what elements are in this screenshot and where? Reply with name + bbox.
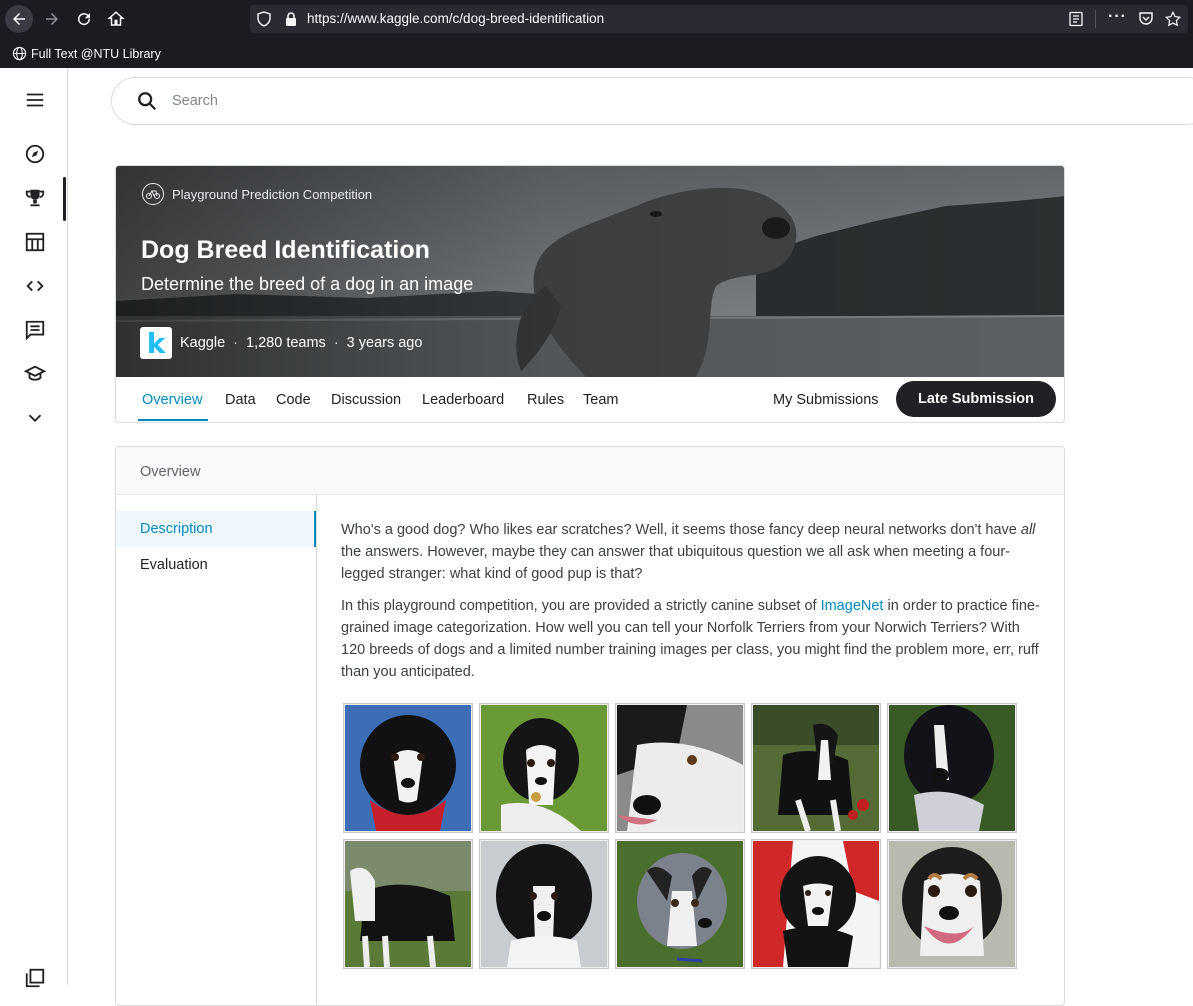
menu-icon <box>26 93 44 107</box>
tab-leaderboard[interactable]: Leaderboard <box>422 392 504 408</box>
overview-panel: Overview Description Evaluation Who's a … <box>115 446 1065 1006</box>
description-paragraph: In this playground competition, you are … <box>341 598 1040 680</box>
description-paragraph: Who's a good dog? Who likes ear scratche… <box>341 522 1036 582</box>
nav-competitions[interactable] <box>22 185 48 211</box>
arrow-right-icon <box>46 13 58 25</box>
reader-view-icon[interactable] <box>1068 11 1084 27</box>
address-bar[interactable]: https://www.kaggle.com/c/dog-breed-ident… <box>250 5 1188 33</box>
tab-code[interactable]: Code <box>276 392 311 408</box>
description-content: Who's a good dog? Who likes ear scratche… <box>341 519 1046 693</box>
panel-header: Overview <box>116 447 1064 495</box>
home-icon <box>107 11 125 26</box>
sidebar-item-description[interactable]: Description <box>116 511 316 547</box>
search-bar[interactable] <box>111 77 1193 125</box>
library-icon <box>25 968 45 988</box>
host-name[interactable]: Kaggle <box>180 335 225 351</box>
dog-image <box>343 839 473 969</box>
competition-type: Playground Prediction Competition <box>142 183 372 205</box>
nav-more[interactable] <box>22 405 48 431</box>
competition-tabs: Overview Data Code Discussion Leaderboar… <box>116 377 1064 422</box>
separator-dot: · <box>333 335 339 351</box>
dog-image <box>479 703 609 833</box>
competition-header: Playground Prediction Competition Dog Br… <box>115 165 1065 423</box>
shield-icon[interactable] <box>256 11 272 27</box>
tab-discussion[interactable]: Discussion <box>331 392 401 408</box>
trophy-icon <box>25 189 45 207</box>
dog-image <box>751 703 881 833</box>
url-text[interactable]: https://www.kaggle.com/c/dog-breed-ident… <box>307 11 604 26</box>
team-count: 1,280 teams <box>246 335 326 351</box>
hero-banner: Playground Prediction Competition Dog Br… <box>116 166 1064 377</box>
sidebar-item-evaluation[interactable]: Evaluation <box>116 547 316 583</box>
browser-toolbar: https://www.kaggle.com/c/dog-breed-ident… <box>0 0 1193 68</box>
nav-code[interactable] <box>22 273 48 299</box>
nav-discussions[interactable] <box>22 317 48 343</box>
overview-sidebar: Description Evaluation <box>116 495 317 1005</box>
navigation-rail <box>0 68 68 988</box>
bookmark-star-icon[interactable] <box>1164 10 1182 28</box>
school-icon <box>24 365 46 381</box>
dog-image <box>751 839 881 969</box>
comment-icon <box>25 320 45 341</box>
host-info: k Kaggle · 1,280 teams · 3 years ago <box>140 327 423 360</box>
bicycle-icon <box>142 183 164 205</box>
expand-more-icon <box>28 414 42 423</box>
more-actions-icon[interactable]: ··· <box>1108 8 1127 26</box>
dog-image <box>887 839 1017 969</box>
my-submissions-link[interactable]: My Submissions <box>773 392 879 408</box>
nav-courses[interactable] <box>22 361 48 387</box>
bookmark-label: Full Text @NTU Library <box>31 46 161 61</box>
compass-icon <box>25 144 45 164</box>
dog-image <box>615 703 745 833</box>
code-icon <box>26 280 44 292</box>
home-button[interactable] <box>102 5 130 33</box>
search-icon[interactable] <box>136 90 158 112</box>
tab-team[interactable]: Team <box>583 392 618 408</box>
tab-data[interactable]: Data <box>225 392 256 408</box>
dog-image <box>479 839 609 969</box>
nav-home[interactable] <box>22 141 48 167</box>
globe-icon <box>12 46 27 61</box>
search-input[interactable] <box>172 90 772 112</box>
table-icon <box>25 232 45 252</box>
nav-yourwork[interactable] <box>22 965 48 991</box>
reload-button[interactable] <box>70 5 98 33</box>
dog-image <box>343 703 473 833</box>
arrow-left-icon <box>13 13 25 25</box>
competition-title: Dog Breed Identification <box>141 236 430 264</box>
active-indicator <box>63 177 66 221</box>
reload-icon <box>78 13 91 26</box>
competition-age: 3 years ago <box>346 335 423 351</box>
divider <box>1095 10 1096 28</box>
competition-type-label: Playground Prediction Competition <box>172 186 373 202</box>
bookmark-item[interactable]: Full Text @NTU Library <box>12 46 161 61</box>
panel-header-title: Overview <box>140 464 201 480</box>
imagenet-link[interactable]: ImageNet <box>821 598 884 614</box>
forward-button[interactable] <box>38 5 66 33</box>
separator-dot: · <box>233 335 238 351</box>
dog-image <box>887 703 1017 833</box>
competition-subtitle: Determine the breed of a dog in an image <box>141 274 474 294</box>
late-submission-button[interactable]: Late Submission <box>896 381 1056 417</box>
menu-button[interactable] <box>22 87 48 113</box>
nav-datasets[interactable] <box>22 229 48 255</box>
lock-icon[interactable] <box>284 11 298 27</box>
tab-overview[interactable]: Overview <box>142 392 202 408</box>
back-button[interactable] <box>5 5 33 33</box>
kaggle-logo-icon[interactable]: k <box>140 327 172 360</box>
active-tab-indicator <box>138 419 208 421</box>
pocket-icon[interactable] <box>1138 11 1154 27</box>
tab-rules[interactable]: Rules <box>527 392 564 408</box>
dog-image <box>615 839 745 969</box>
